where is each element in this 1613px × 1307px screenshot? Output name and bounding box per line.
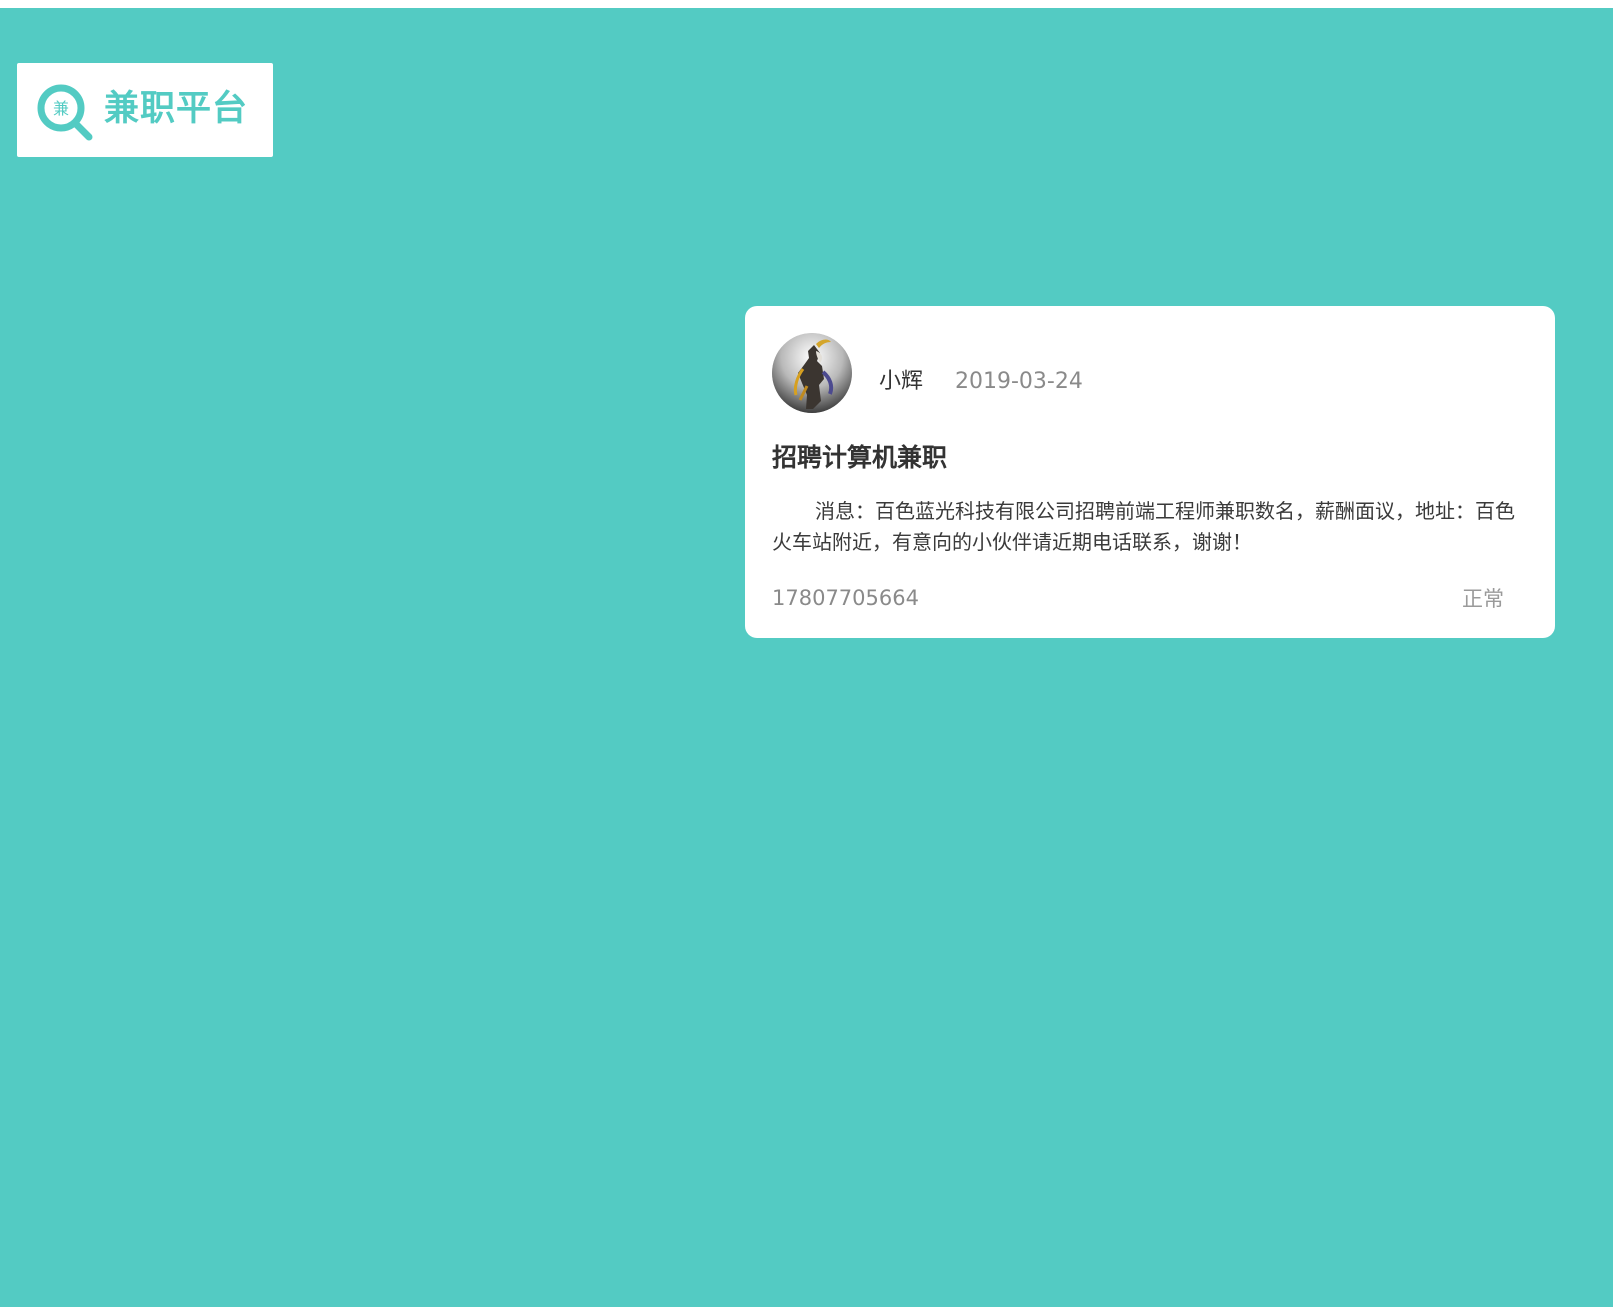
contact-phone[interactable]: 17807705664 [772,584,919,612]
post-content: 消息：百色蓝光科技有限公司招聘前端工程师兼职数名，薪酬面议，地址：百色火车站附近… [772,499,1515,554]
post-date: 2019-03-24 [955,369,1083,394]
search-magnifier-icon: 兼 [37,84,93,141]
status-badge: 正常 [1462,587,1504,611]
avatar[interactable] [772,333,852,413]
site-title: 兼职平台 [104,89,249,129]
logo-card[interactable]: 兼 兼职平台 [17,63,273,157]
warrior-avatar-icon [772,333,852,413]
page-background [0,8,1613,1307]
job-post-card[interactable]: 小辉 2019-03-24 招聘计算机兼职 消息：百色蓝光科技有限公司招聘前端工… [745,306,1555,638]
logo-icon-character: 兼 [53,99,69,118]
author-name[interactable]: 小辉 [879,368,923,396]
post-title[interactable]: 招聘计算机兼职 [772,442,947,474]
